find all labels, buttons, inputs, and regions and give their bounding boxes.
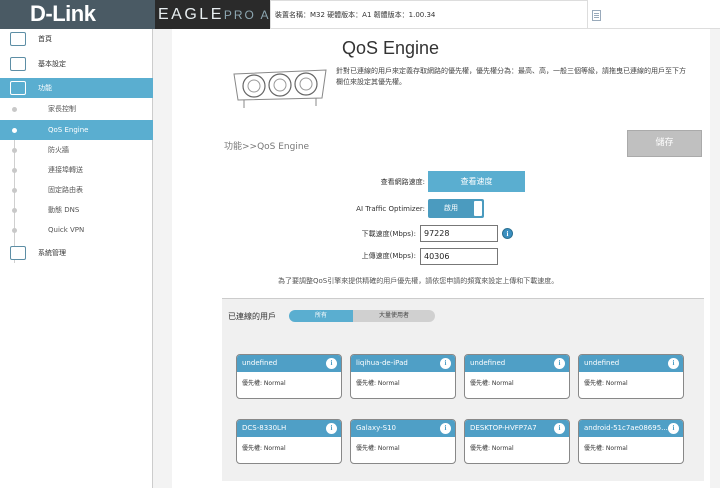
brand-sub: PRO AI — [223, 8, 276, 22]
user-card[interactable]: liqihua-de-iPad i 優先權: Normal — [350, 354, 456, 399]
bullet-icon — [12, 208, 17, 213]
user-card-priority: 優先權: Normal — [584, 445, 628, 452]
connected-users-label: 已連線的用戶 — [228, 312, 276, 321]
settings-icon — [10, 57, 26, 71]
tab-all[interactable]: 所有 — [289, 310, 353, 322]
subitem-label: QoS Engine — [48, 126, 89, 134]
sidebar-item-system-management[interactable]: 系統管理 — [0, 243, 153, 263]
bullet-icon — [12, 168, 17, 173]
user-card-priority: 優先權: Normal — [470, 380, 514, 387]
user-card-priority: 優先權: Normal — [356, 380, 400, 387]
info-icon[interactable]: i — [326, 358, 337, 369]
brand-main: EAGLE — [158, 6, 224, 23]
user-card[interactable]: DCS-8330LH i 優先權: Normal — [236, 419, 342, 464]
subitem-label: 家長控制 — [48, 105, 76, 113]
subitem-label: 固定路由表 — [48, 186, 83, 194]
dlink-logo: D-Link — [0, 0, 155, 29]
page-description: 針對已連線的用戶來定義存取網路的優先權，優先權分為：最高、高，一般三個等級，請拖… — [336, 67, 686, 86]
upload-label: 上傳速度(Mbps): — [361, 252, 416, 260]
sidebar-item-label: 系統管理 — [38, 249, 66, 257]
user-card[interactable]: undefined i 優先權: Normal — [464, 354, 570, 399]
device-info: 裝置名稱：M32 硬體版本：A1 韌體版本：1.00.34 — [270, 0, 588, 29]
user-card[interactable]: DESKTOP-HVFP7A7 i 優先權: Normal — [464, 419, 570, 464]
bullet-icon — [12, 128, 17, 133]
download-label: 下載速度(Mbps): — [361, 230, 416, 238]
sidebar-subitem-quick-vpn[interactable]: Quick VPN — [0, 220, 153, 240]
info-icon[interactable]: i — [554, 423, 565, 434]
subitem-label: 防火牆 — [48, 146, 69, 154]
page-title: QoS Engine — [342, 38, 440, 58]
info-icon[interactable]: i — [554, 358, 565, 369]
left-gutter — [153, 29, 172, 488]
sidebar-item-basic-settings[interactable]: 基本設定 — [0, 54, 153, 74]
user-card[interactable]: undefined i 優先權: Normal — [578, 354, 684, 399]
info-icon[interactable]: i — [440, 358, 451, 369]
sidebar-subitem-dynamic-dns[interactable]: 動態 DNS — [0, 200, 153, 220]
info-icon[interactable]: i — [502, 228, 513, 239]
save-button[interactable]: 儲存 — [627, 130, 702, 157]
ai-optimizer-label: AI Traffic Optimizer: — [356, 205, 425, 213]
features-icon — [10, 81, 26, 95]
sidebar-item-label: 基本設定 — [38, 60, 66, 68]
right-gutter — [710, 29, 720, 488]
bullet-icon — [12, 148, 17, 153]
document-icon[interactable] — [592, 10, 601, 21]
tab-heavy-users[interactable]: 大量使用者 — [353, 310, 435, 322]
sidebar-subitem-parental-control[interactable]: 家長控制 — [0, 99, 153, 119]
user-card[interactable]: android-51c7ae08695... i 優先權: Normal — [578, 419, 684, 464]
info-icon[interactable]: i — [668, 358, 679, 369]
sidebar-subitem-static-route[interactable]: 固定路由表 — [0, 180, 153, 200]
user-card-priority: 優先權: Normal — [470, 445, 514, 452]
toggle-label: 啟用 — [444, 204, 458, 212]
user-card-priority: 優先權: Normal — [584, 380, 628, 387]
user-card-priority: 優先權: Normal — [356, 445, 400, 452]
ai-optimizer-toggle[interactable]: 啟用 — [428, 199, 484, 218]
router-illustration-icon — [233, 69, 327, 108]
sidebar-subitem-qos-engine[interactable]: QoS Engine — [0, 120, 153, 140]
bullet-icon — [12, 228, 17, 233]
bullet-icon — [12, 188, 17, 193]
info-icon[interactable]: i — [440, 423, 451, 434]
sidebar-subitem-firewall[interactable]: 防火牆 — [0, 140, 153, 160]
subitem-label: Quick VPN — [48, 226, 85, 234]
info-icon[interactable]: i — [326, 423, 337, 434]
speed-label: 查看網路速度: — [380, 178, 425, 186]
header-right-area — [588, 0, 720, 29]
sidebar-item-label: 首頁 — [38, 35, 52, 43]
home-network-icon — [10, 32, 26, 46]
check-speed-button[interactable]: 查看速度 — [428, 171, 525, 192]
user-card[interactable]: Galaxy-S10 i 優先權: Normal — [350, 419, 456, 464]
user-card-priority: 優先權: Normal — [242, 445, 286, 452]
sidebar-item-home[interactable]: 首頁 — [0, 29, 153, 49]
sidebar-item-label: 功能 — [38, 84, 52, 92]
toggle-knob — [474, 201, 482, 216]
user-card[interactable]: undefined i 優先權: Normal — [236, 354, 342, 399]
subitem-label: 動態 DNS — [48, 206, 80, 214]
breadcrumb: 功能>>QoS Engine — [224, 142, 310, 152]
sidebar-item-features[interactable]: 功能 — [0, 78, 153, 98]
subitem-label: 連接埠轉送 — [48, 166, 83, 174]
bandwidth-note: 為了要調整QoS引擎來提供精確的用戶優先權，請依您申請的頻寬來設定上傳和下載速度… — [278, 277, 559, 285]
sidebar-subitem-port-forwarding[interactable]: 連接埠轉送 — [0, 160, 153, 180]
bullet-icon — [12, 107, 17, 112]
system-management-icon — [10, 246, 26, 260]
sidebar: 首頁 基本設定 功能 家長控制 QoS Engine 防火牆 連接埠轉送 固定路… — [0, 29, 153, 488]
info-icon[interactable]: i — [668, 423, 679, 434]
product-brand: EAGLEPRO AI — [158, 6, 276, 24]
user-card-priority: 優先權: Normal — [242, 380, 286, 387]
upload-speed-input[interactable]: 40306 — [420, 248, 498, 265]
download-speed-input[interactable]: 97228 — [420, 225, 498, 242]
